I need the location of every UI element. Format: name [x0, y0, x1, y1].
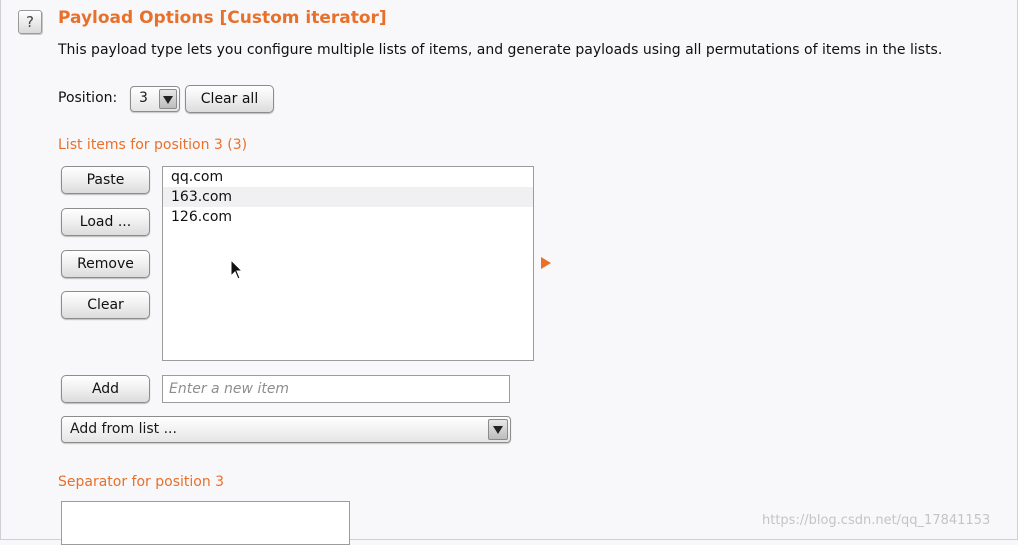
separator-input[interactable] [61, 501, 350, 545]
mouse-cursor-icon [230, 259, 244, 280]
chevron-down-icon[interactable] [488, 419, 508, 440]
add-from-list-dropdown[interactable]: Add from list ... [61, 416, 511, 443]
separator-heading: Separator for position 3 [58, 474, 225, 490]
section-title: Payload Options [Custom iterator] [58, 8, 387, 28]
chevron-down-icon[interactable] [159, 89, 177, 109]
remove-button[interactable]: Remove [61, 250, 150, 278]
new-item-input[interactable] [162, 375, 510, 403]
list-item[interactable]: 163.com [163, 187, 533, 207]
watermark: https://blog.csdn.net/qq_17841153 [762, 513, 991, 528]
list-item[interactable]: qq.com [163, 167, 533, 187]
list-items-heading: List items for position 3 (3) [58, 137, 248, 153]
load-button[interactable]: Load ... [61, 208, 150, 236]
section-description: This payload type lets you configure mul… [58, 42, 943, 58]
expand-arrow-icon[interactable] [541, 257, 551, 269]
position-select-value: 3 [139, 90, 148, 106]
help-icon[interactable]: ? [18, 10, 42, 34]
position-select[interactable]: 3 [130, 86, 180, 112]
add-from-list-value: Add from list ... [70, 421, 177, 437]
paste-button[interactable]: Paste [61, 166, 150, 194]
clear-button[interactable]: Clear [61, 291, 150, 319]
add-button[interactable]: Add [61, 375, 150, 403]
position-label: Position: [58, 90, 118, 106]
clear-all-button[interactable]: Clear all [185, 85, 274, 113]
payload-list[interactable]: qq.com 163.com 126.com [162, 166, 534, 361]
list-item[interactable]: 126.com [163, 207, 533, 227]
payload-options-panel: ? Payload Options [Custom iterator] This… [0, 0, 1018, 545]
